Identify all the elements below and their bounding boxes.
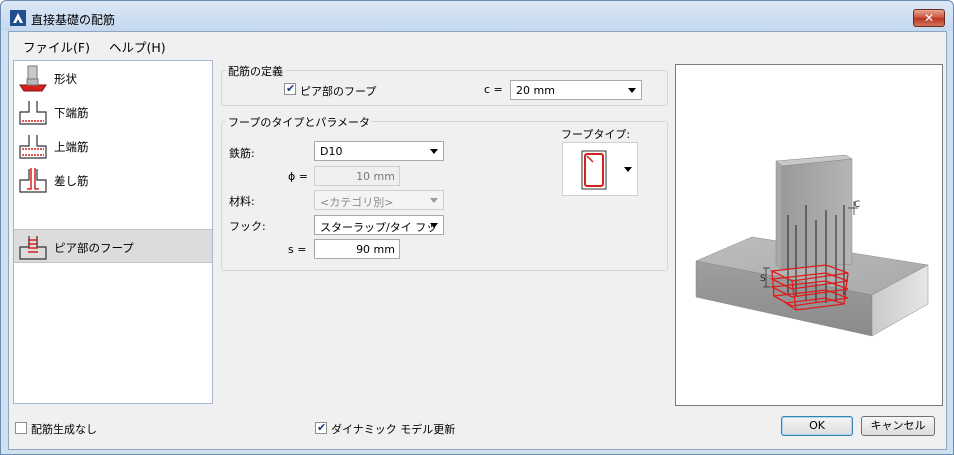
- dialog-client-area: ファイル(F) ヘルプ(H) 形状 下端筋 上端筋 差し筋 ピア部のフープ 配筋…: [8, 31, 947, 450]
- menu-bar: ファイル(F) ヘルプ(H): [9, 32, 946, 56]
- rebar-label: 鉄筋:: [229, 147, 255, 160]
- menu-file[interactable]: ファイル(F): [23, 37, 90, 56]
- nav-item-pier-hoop[interactable]: ピア部のフープ: [14, 229, 212, 263]
- hoop-params-group-title: フープのタイプとパラメータ: [226, 114, 373, 130]
- nav-label-bottom-rebar: 下端筋: [54, 106, 89, 120]
- window-title: 直接基礎の配筋: [31, 13, 116, 27]
- dynamic-update-checkbox[interactable]: ✔: [315, 421, 327, 434]
- chevron-down-icon: [624, 167, 632, 172]
- checkmark-icon: ✔: [317, 421, 327, 434]
- hoop-type-label: フープタイプ:: [561, 128, 631, 141]
- nav-label-dowel-rebar: 差し筋: [54, 174, 89, 188]
- nav-label-top-rebar: 上端筋: [54, 140, 89, 154]
- menu-help[interactable]: ヘルプ(H): [109, 37, 166, 56]
- rebar-combo[interactable]: D10: [314, 141, 444, 161]
- nav-label-shape: 形状: [54, 72, 77, 86]
- pier-hoop-checkbox[interactable]: ✔: [284, 82, 296, 95]
- close-icon: ✕: [923, 11, 935, 25]
- nav-item-top-rebar[interactable]: 上端筋: [14, 129, 212, 163]
- bottom-rebar-icon: [19, 101, 47, 125]
- dialog-window: 直接基礎の配筋 ✕ ファイル(F) ヘルプ(H) 形状 下端筋 上端筋 差し筋 …: [0, 0, 954, 455]
- dynamic-update-checkbox-label: ダイナミック モデル更新: [331, 423, 456, 436]
- material-label: 材料:: [229, 195, 255, 208]
- s-annotation: S: [760, 274, 766, 284]
- no-rebar-checkbox[interactable]: [15, 422, 27, 434]
- c-annotation: C: [854, 200, 860, 210]
- phi-field: 10 mm: [314, 166, 400, 186]
- title-bar[interactable]: 直接基礎の配筋 ✕: [1, 1, 953, 31]
- c-value-combo[interactable]: 20 mm: [510, 80, 642, 100]
- rebar-value: D10: [320, 145, 343, 158]
- chevron-down-icon: [430, 149, 438, 154]
- rectangular-hoop-icon: [581, 150, 607, 190]
- hoop-type-selector[interactable]: [562, 142, 638, 196]
- s-field[interactable]: 90 mm: [314, 239, 400, 259]
- phi-value: 10 mm: [356, 170, 395, 183]
- no-rebar-checkbox-label: 配筋生成なし: [31, 423, 97, 436]
- nav-item-dowel-rebar[interactable]: 差し筋: [14, 163, 212, 197]
- cancel-button[interactable]: キャンセル: [861, 416, 935, 436]
- close-button[interactable]: ✕: [913, 9, 945, 27]
- hook-combo[interactable]: スターラップ/タイ フッ: [314, 215, 444, 235]
- material-combo: <カテゴリ別>: [314, 190, 444, 210]
- nav-item-bottom-rebar[interactable]: 下端筋: [14, 95, 212, 129]
- revit-app-icon: [10, 10, 26, 26]
- chevron-down-icon: [628, 88, 636, 93]
- hook-value: スターラップ/タイ フッ: [320, 221, 438, 234]
- pier-hoop-icon: [19, 236, 47, 260]
- dowel-rebar-icon: [19, 168, 47, 193]
- c-value: 20 mm: [516, 84, 555, 97]
- top-rebar-icon: [19, 135, 47, 159]
- hoop-params-group: フープのタイプとパラメータ 鉄筋: D10 ϕ = 10 mm 材料: <カテゴ…: [221, 114, 668, 271]
- s-value: 90 mm: [356, 243, 395, 256]
- definition-group: 配筋の定義 ✔ ピア部のフープ c = 20 mm: [221, 63, 668, 106]
- footing-3d-preview: S C: [695, 154, 929, 337]
- phi-label: ϕ =: [288, 170, 308, 183]
- nav-item-shape[interactable]: 形状: [14, 61, 212, 95]
- c-label: c =: [484, 83, 503, 96]
- ok-button[interactable]: OK: [781, 416, 853, 436]
- preview-panel: S C: [675, 64, 943, 406]
- definition-group-title: 配筋の定義: [226, 63, 285, 79]
- hook-label: フック:: [229, 220, 266, 233]
- chevron-down-icon: [430, 223, 438, 228]
- footing-shape-icon: [19, 65, 47, 92]
- category-list: 形状 下端筋 上端筋 差し筋 ピア部のフープ: [13, 60, 213, 404]
- pier-hoop-checkbox-label: ピア部のフープ: [300, 85, 377, 98]
- chevron-down-icon: [430, 198, 438, 203]
- s-label: s =: [288, 243, 307, 256]
- material-value: <カテゴリ別>: [320, 196, 394, 209]
- nav-label-pier-hoop: ピア部のフープ: [54, 241, 134, 255]
- checkmark-icon: ✔: [286, 82, 296, 95]
